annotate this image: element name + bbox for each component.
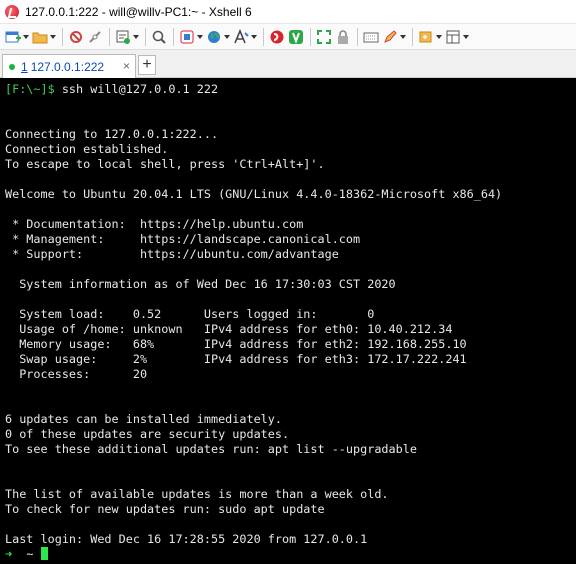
toolbar-separator [173, 27, 174, 46]
terminal-line: Swap usage: 2% IPv4 address for eth3: 17… [5, 352, 467, 366]
open-folder-icon [31, 28, 49, 46]
close-icon[interactable]: × [123, 60, 130, 72]
globe-icon [205, 28, 223, 46]
lock-button[interactable] [334, 26, 352, 48]
prompt-directory: ~ [12, 547, 41, 561]
local-prompt: [F:\~]$ [5, 82, 55, 96]
terminal-line: System information as of Wed Dec 16 17:3… [5, 277, 396, 291]
find-icon [150, 28, 168, 46]
compose-button[interactable] [381, 26, 407, 48]
chevron-down-icon[interactable] [196, 35, 204, 39]
tab-bar: 1 127.0.0.1:222 × + [0, 50, 576, 78]
chevron-down-icon[interactable] [223, 35, 231, 39]
terminal[interactable]: [F:\~]$ ssh will@127.0.0.1 222 Connectin… [0, 78, 576, 564]
tab-number: 1 [21, 59, 28, 74]
terminal-line: 6 updates can be installed immediately. [5, 412, 282, 426]
toolbar-separator [145, 27, 146, 46]
terminal-line: 0 of these updates are security updates. [5, 427, 290, 441]
chevron-down-icon[interactable] [132, 35, 140, 39]
terminal-line: Connection established. [5, 142, 169, 156]
terminal-line: * Documentation: https://help.ubuntu.com [5, 217, 304, 231]
tab-session[interactable]: 1 127.0.0.1:222 × [2, 54, 136, 78]
toolbar-separator [109, 27, 110, 46]
xshell-button[interactable] [268, 26, 286, 48]
chevron-down-icon[interactable] [462, 35, 470, 39]
fullscreen-button[interactable] [315, 26, 333, 48]
terminal-line: Welcome to Ubuntu 20.04.1 LTS (GNU/Linux… [5, 187, 503, 201]
toolbar-separator [310, 27, 311, 46]
new-tab-button[interactable]: + [138, 55, 156, 75]
lock-icon [334, 28, 352, 46]
toolbar-separator [357, 27, 358, 46]
terminal-line: Memory usage: 68% IPv4 address for eth2:… [5, 337, 467, 351]
reconnect-icon [67, 28, 85, 46]
new-session-icon [4, 28, 22, 46]
title-bar: 127.0.0.1:222 - will@willv-PC1:~ - Xshel… [0, 0, 576, 24]
tab-label: 1 127.0.0.1:222 [21, 60, 104, 74]
terminal-line: [F:\~]$ ssh will@127.0.0.1 222 [5, 82, 219, 96]
terminal-cursor[interactable] [40, 547, 48, 560]
terminal-line: * Support: https://ubuntu.com/advantage [5, 247, 339, 261]
fullscreen-icon [315, 28, 333, 46]
add-tab-icon [417, 28, 435, 46]
shell-prompt-line: ➜ ~ [5, 547, 571, 562]
keyboard-icon [362, 28, 380, 46]
add-tab-button[interactable] [417, 26, 443, 48]
chevron-down-icon[interactable] [22, 35, 30, 39]
terminal-line: The list of available updates is more th… [5, 487, 389, 501]
terminal-line: To escape to local shell, press 'Ctrl+Al… [5, 157, 325, 171]
layout-button[interactable] [444, 26, 470, 48]
connected-status-icon [9, 63, 15, 70]
terminal-line: To see these additional updates run: apt… [5, 442, 417, 456]
tab-title: 127.0.0.1:222 [30, 59, 105, 74]
xftp-icon [287, 28, 305, 46]
xshell-app-icon [5, 4, 19, 19]
chevron-down-icon[interactable] [435, 35, 443, 39]
open-button[interactable] [31, 26, 57, 48]
xftp-button[interactable] [287, 26, 305, 48]
compose-icon [381, 28, 399, 46]
reconnect-button[interactable] [67, 26, 85, 48]
layout-icon [444, 28, 462, 46]
font-icon [232, 28, 250, 46]
disconnect-icon [86, 28, 104, 46]
new-session-button[interactable] [4, 26, 30, 48]
chevron-down-icon[interactable] [49, 35, 57, 39]
chevron-down-icon[interactable] [250, 35, 258, 39]
terminal-line: * Management: https://landscape.canonica… [5, 232, 361, 246]
properties-button[interactable] [114, 26, 140, 48]
chevron-down-icon[interactable] [399, 35, 407, 39]
find-button[interactable] [150, 26, 168, 48]
toolbar-separator [263, 27, 264, 46]
terminal-line: Last login: Wed Dec 16 17:28:55 2020 fro… [5, 532, 368, 546]
toolbar-separator [412, 27, 413, 46]
toolbar [0, 24, 576, 50]
globe-button[interactable] [205, 26, 231, 48]
terminal-line: Connecting to 127.0.0.1:222... [5, 127, 219, 141]
window-title: 127.0.0.1:222 - will@willv-PC1:~ - Xshel… [25, 4, 252, 19]
properties-icon [114, 28, 132, 46]
disconnect-button[interactable] [86, 26, 104, 48]
font-button[interactable] [232, 26, 258, 48]
transfer-button[interactable] [178, 26, 204, 48]
terminal-line: Usage of /home: unknown IPv4 address for… [5, 322, 453, 336]
terminal-line: Processes: 20 [5, 367, 148, 381]
terminal-line: To check for new updates run: sudo apt u… [5, 502, 325, 516]
transfer-icon [178, 28, 196, 46]
xshell-logo-icon [268, 28, 286, 46]
keyboard-button[interactable] [362, 26, 380, 48]
toolbar-separator [62, 27, 63, 46]
terminal-line: System load: 0.52 Users logged in: 0 [5, 307, 375, 321]
